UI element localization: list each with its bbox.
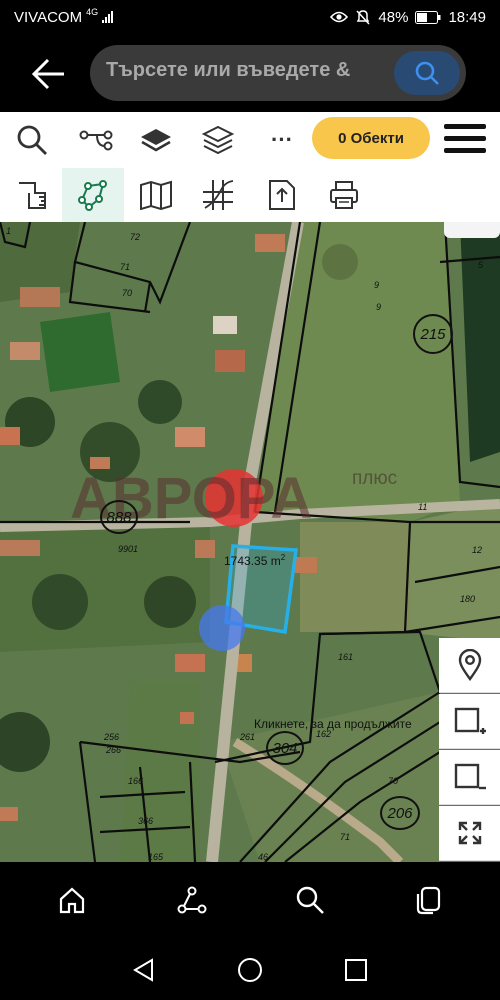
add-rectangle-icon bbox=[454, 707, 486, 734]
plot-number: 266 bbox=[106, 745, 122, 755]
back-button[interactable] bbox=[26, 54, 70, 94]
measure-button[interactable] bbox=[12, 174, 52, 216]
location-dot bbox=[199, 605, 245, 651]
search-placeholder: Търсете или въведете & bbox=[106, 59, 351, 81]
plot-number: 11 bbox=[418, 502, 428, 512]
layers-button[interactable] bbox=[134, 118, 178, 162]
share-button[interactable] bbox=[170, 880, 214, 920]
home-icon bbox=[59, 887, 85, 914]
battery-icon bbox=[415, 10, 441, 24]
share-icon bbox=[177, 886, 207, 914]
system-recents-button[interactable] bbox=[336, 952, 376, 988]
tabs-button[interactable] bbox=[406, 880, 450, 920]
location-pin-icon bbox=[458, 649, 481, 681]
circle-home-icon bbox=[238, 958, 262, 982]
click-to-continue-hint: Кликнете, за да продължите bbox=[254, 717, 412, 731]
draw-polyline-button[interactable] bbox=[62, 168, 124, 222]
plot-number: 5 bbox=[478, 260, 484, 270]
coordinate-grid-icon bbox=[203, 180, 234, 210]
fullscreen-button[interactable] bbox=[439, 806, 500, 861]
plot-number: 9 bbox=[376, 302, 382, 312]
plot-number: 165 bbox=[148, 852, 164, 862]
layers-list-button[interactable] bbox=[196, 118, 240, 162]
browser-bottom-nav bbox=[0, 862, 500, 938]
layers-icon bbox=[141, 129, 171, 152]
plot-number: 70 bbox=[122, 288, 133, 298]
plot-number: 1 bbox=[6, 226, 12, 236]
network-type: 4G bbox=[86, 7, 99, 17]
circled-parcel-label: 206 bbox=[380, 796, 420, 830]
panel-toggle[interactable] bbox=[444, 222, 500, 238]
search-icon bbox=[415, 61, 439, 85]
clock: 18:49 bbox=[448, 8, 486, 26]
ruler-icon bbox=[19, 182, 46, 209]
mute-bell-icon bbox=[356, 10, 370, 25]
eye-icon bbox=[330, 11, 349, 23]
plot-number: 46 bbox=[258, 852, 269, 862]
plot-number: 71 bbox=[120, 262, 131, 272]
circled-parcel-label: 215 bbox=[413, 314, 453, 354]
plot-number: 12 bbox=[472, 545, 483, 555]
circled-parcel-label: 304 bbox=[266, 731, 304, 765]
map-view-button[interactable] bbox=[136, 174, 176, 216]
plot-number: 366 bbox=[138, 816, 154, 826]
route-icon bbox=[79, 130, 113, 151]
map-toolbar: ··· 0 Обекти bbox=[0, 112, 500, 222]
export-icon bbox=[269, 180, 295, 210]
fullscreen-icon bbox=[458, 821, 481, 845]
signal-icon bbox=[102, 11, 114, 23]
search-field[interactable]: Търсете или въведете & bbox=[90, 45, 466, 101]
more-button[interactable]: ··· bbox=[262, 118, 302, 162]
plot-number: 180 bbox=[460, 594, 476, 604]
plot-number: 72 bbox=[130, 232, 141, 242]
plot-number: 9901 bbox=[118, 544, 139, 554]
status-bar: VIVACOM 4G 48% 18:49 bbox=[0, 0, 500, 34]
plot-number: 166 bbox=[128, 776, 144, 786]
menu-button[interactable] bbox=[442, 120, 488, 156]
plot-number: 261 bbox=[240, 732, 256, 742]
search-icon bbox=[17, 125, 47, 155]
locate-button[interactable] bbox=[439, 638, 500, 693]
circled-parcel-label: 888 bbox=[100, 500, 138, 534]
plot-number: 71 bbox=[340, 832, 351, 842]
plot-number: 70 bbox=[388, 776, 399, 786]
tabs-icon bbox=[416, 886, 441, 915]
map-icon bbox=[140, 180, 172, 210]
system-back-button[interactable] bbox=[124, 952, 164, 988]
route-button[interactable] bbox=[74, 118, 118, 162]
carrier-label: VIVACOM bbox=[14, 8, 83, 26]
search-nav-button[interactable] bbox=[288, 880, 332, 920]
plot-number: 256 bbox=[104, 732, 120, 742]
zoom-out-area-button[interactable] bbox=[439, 750, 500, 805]
search-button[interactable] bbox=[394, 51, 460, 95]
export-button[interactable] bbox=[262, 174, 302, 216]
printer-icon bbox=[330, 181, 358, 209]
objects-button[interactable]: 0 Обекти bbox=[312, 117, 430, 159]
arrow-left-icon bbox=[31, 58, 64, 90]
layers-outline-icon bbox=[201, 125, 235, 155]
parcel-area-label: 1743.35 m2 bbox=[224, 553, 286, 568]
coordinate-grid-button[interactable] bbox=[198, 174, 238, 216]
system-home-button[interactable] bbox=[230, 952, 270, 988]
browser-bar: Търсете или въведете & bbox=[0, 34, 500, 112]
polyline-draw-icon bbox=[78, 180, 107, 211]
remove-rectangle-icon bbox=[454, 763, 486, 790]
watermark-sub: плюс bbox=[352, 468, 398, 489]
battery-percent: 48% bbox=[378, 8, 409, 26]
triangle-back-icon bbox=[133, 958, 153, 982]
search-tool-button[interactable] bbox=[10, 118, 54, 162]
system-navigation-bar bbox=[0, 938, 500, 1000]
cadastral-map[interactable]: АВРОРА плюс 888 215 304 206 72 71 70 9 9… bbox=[0, 222, 500, 862]
square-recents-icon bbox=[345, 959, 367, 981]
print-button[interactable] bbox=[324, 174, 364, 216]
plot-number: 161 bbox=[338, 652, 354, 662]
home-button[interactable] bbox=[50, 880, 94, 920]
search-icon bbox=[296, 886, 324, 914]
plot-number: 9 bbox=[374, 280, 380, 290]
zoom-in-area-button[interactable] bbox=[439, 694, 500, 749]
